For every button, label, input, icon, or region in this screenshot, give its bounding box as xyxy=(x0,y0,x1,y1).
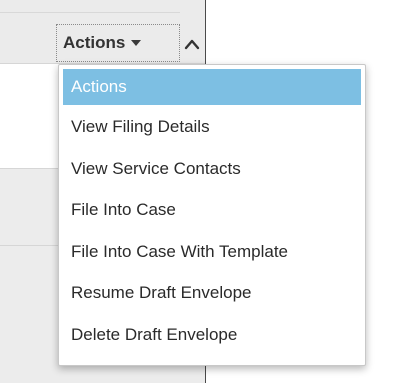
actions-button-label: Actions xyxy=(63,33,126,52)
menu-item-delete-draft-envelope[interactable]: Delete Draft Envelope xyxy=(63,314,361,356)
menu-item-resume-draft-envelope[interactable]: Resume Draft Envelope xyxy=(63,272,361,314)
menu-item-file-into-case-with-template[interactable]: File Into Case With Template xyxy=(63,231,361,273)
chevron-up-icon[interactable] xyxy=(182,34,202,54)
menu-item-view-filing-details[interactable]: View Filing Details xyxy=(63,106,361,148)
caret-down-icon xyxy=(131,40,142,46)
menu-item-actions[interactable]: Actions xyxy=(63,69,361,105)
actions-dropdown-screen: Actions Actions View Filing Details View… xyxy=(0,0,416,383)
menu-item-view-service-contacts[interactable]: View Service Contacts xyxy=(63,148,361,190)
actions-dropdown-button[interactable]: Actions xyxy=(56,24,180,62)
menu-item-file-into-case[interactable]: File Into Case xyxy=(63,189,361,231)
header-divider xyxy=(0,12,180,13)
actions-menu: Actions View Filing Details View Service… xyxy=(58,64,366,366)
